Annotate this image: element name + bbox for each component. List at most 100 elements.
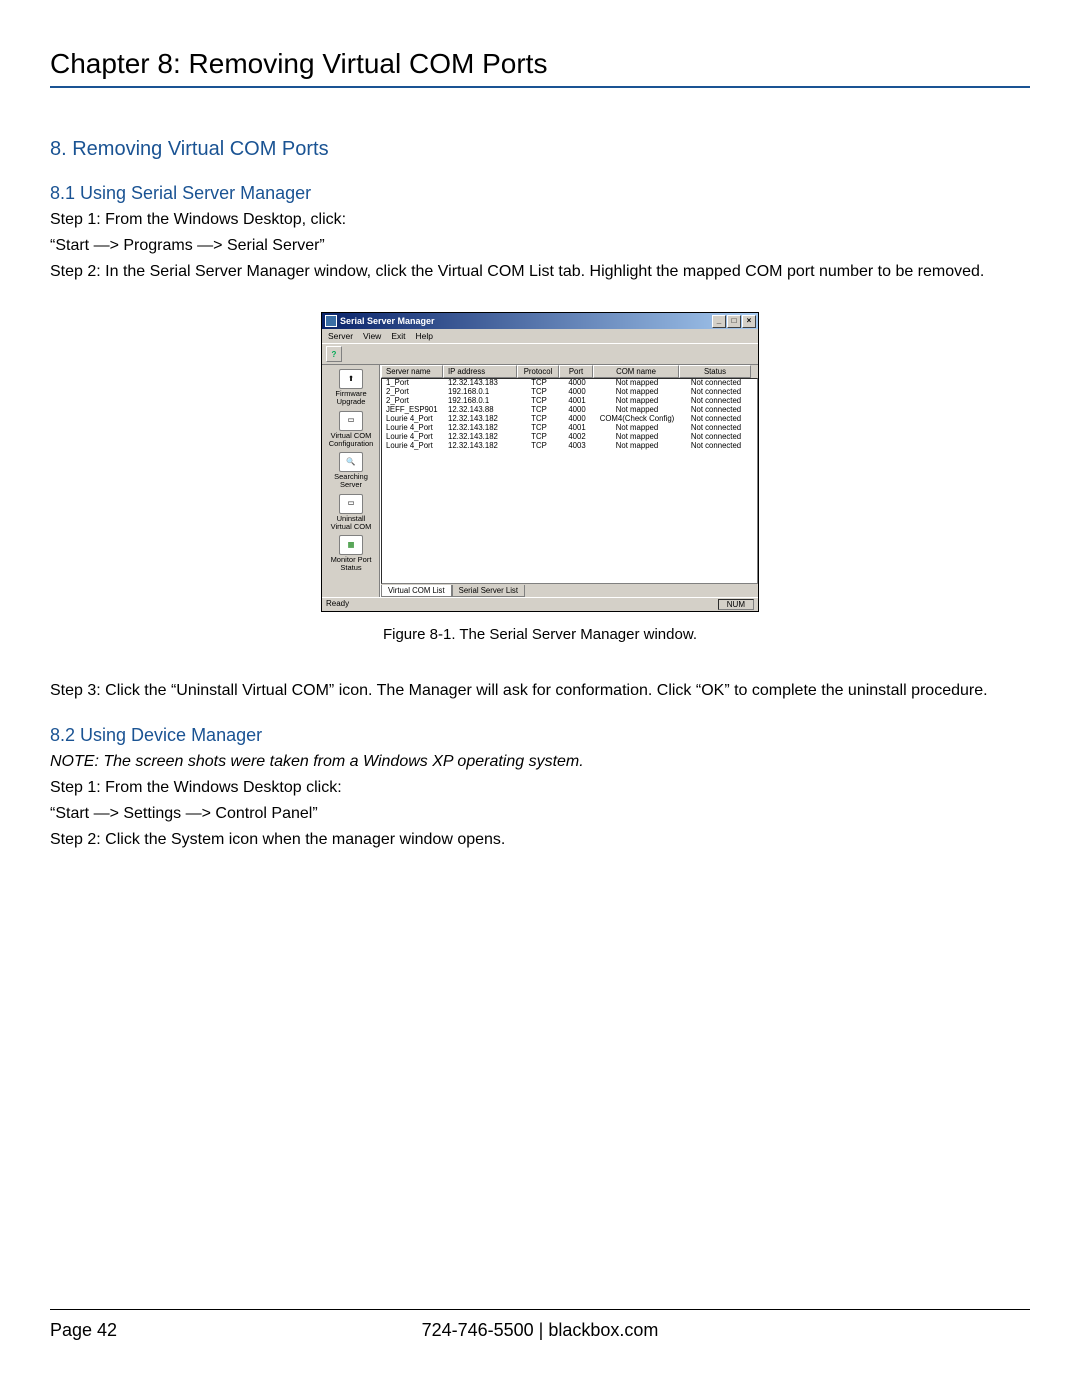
- sidebar-item-label: Virtual COM Configuration: [326, 432, 376, 449]
- col-protocol[interactable]: Protocol: [517, 365, 559, 378]
- table-cell: JEFF_ESP901: [382, 406, 444, 415]
- window-title: Serial Server Manager: [340, 316, 712, 326]
- table-cell: TCP: [518, 388, 560, 397]
- table-header-row: Server name IP address Protocol Port COM…: [381, 365, 758, 378]
- status-text: Ready: [326, 599, 349, 610]
- menu-help[interactable]: Help: [416, 331, 433, 341]
- path-text: “Start —> Programs —> Serial Server”: [50, 234, 1030, 258]
- table-cell: 4000: [560, 388, 594, 397]
- table-cell: Lourie 4_Port: [382, 442, 444, 451]
- table-row[interactable]: Lourie 4_Port12.32.143.182TCP4000COM4(Ch…: [382, 415, 757, 424]
- table-cell: Not connected: [680, 415, 752, 424]
- menu-view[interactable]: View: [363, 331, 381, 341]
- table-body[interactable]: 1_Port12.32.143.183TCP4000Not mappedNot …: [381, 378, 758, 584]
- table-cell: TCP: [518, 397, 560, 406]
- table-row[interactable]: 2_Port192.168.0.1TCP4001Not mappedNot co…: [382, 397, 757, 406]
- col-server-name[interactable]: Server name: [381, 365, 443, 378]
- table-cell: Not mapped: [594, 424, 680, 433]
- menu-server[interactable]: Server: [328, 331, 353, 341]
- col-status[interactable]: Status: [679, 365, 751, 378]
- sidebar-item-monitor-port-status[interactable]: ▦ Monitor Port Status: [326, 535, 376, 573]
- table-cell: Not mapped: [594, 388, 680, 397]
- uninstall-icon: ▭: [339, 494, 363, 514]
- table-cell: 12.32.143.88: [444, 406, 518, 415]
- table-cell: 4000: [560, 379, 594, 388]
- step-text: Step 2: In the Serial Server Manager win…: [50, 260, 1030, 284]
- footer-spacer: [1025, 1320, 1030, 1341]
- table-cell: Not mapped: [594, 442, 680, 451]
- table-cell: Not connected: [680, 388, 752, 397]
- table-cell: 4001: [560, 397, 594, 406]
- menubar: Server View Exit Help: [322, 329, 758, 344]
- sidebar-item-uninstall-virtual-com[interactable]: ▭ Uninstall Virtual COM: [326, 494, 376, 532]
- table-cell: Lourie 4_Port: [382, 424, 444, 433]
- footer-contact: 724-746-5500 | blackbox.com: [422, 1320, 659, 1341]
- minimize-button[interactable]: _: [712, 315, 726, 328]
- table-cell: TCP: [518, 442, 560, 451]
- table-cell: 4000: [560, 415, 594, 424]
- page-number: Page 42: [50, 1320, 117, 1341]
- toolbar: ?: [322, 344, 758, 365]
- window-titlebar[interactable]: Serial Server Manager _ □ ×: [322, 313, 758, 329]
- table-cell: Not connected: [680, 406, 752, 415]
- maximize-button[interactable]: □: [727, 315, 741, 328]
- table-cell: Not mapped: [594, 433, 680, 442]
- table-cell: Not connected: [680, 433, 752, 442]
- status-num: NUM: [718, 599, 754, 610]
- table-cell: 12.32.143.182: [444, 442, 518, 451]
- step-text: Step 1: From the Windows Desktop click:: [50, 776, 1030, 800]
- sidebar-item-searching-server[interactable]: 🔍 Searching Server: [326, 452, 376, 490]
- chapter-title: Chapter 8: Removing Virtual COM Ports: [50, 48, 1030, 80]
- document-page: Chapter 8: Removing Virtual COM Ports 8.…: [0, 0, 1080, 1397]
- chip-icon: ⬆: [339, 369, 363, 389]
- table-cell: 4003: [560, 442, 594, 451]
- table-row[interactable]: Lourie 4_Port12.32.143.182TCP4002Not map…: [382, 433, 757, 442]
- sidebar-item-label: Searching Server: [326, 473, 376, 490]
- step-text: Step 3: Click the “Uninstall Virtual COM…: [50, 679, 1030, 703]
- table-row[interactable]: Lourie 4_Port12.32.143.182TCP4003Not map…: [382, 442, 757, 451]
- table-row[interactable]: JEFF_ESP90112.32.143.88TCP4000Not mapped…: [382, 406, 757, 415]
- sidebar-item-label: Uninstall Virtual COM: [326, 515, 376, 532]
- table-cell: Lourie 4_Port: [382, 433, 444, 442]
- work-area: ⬆ Firmware Upgrade ▭ Virtual COM Configu…: [322, 365, 758, 597]
- table-cell: 12.32.143.182: [444, 433, 518, 442]
- table-row[interactable]: 2_Port192.168.0.1TCP4000Not mappedNot co…: [382, 388, 757, 397]
- table-cell: 192.168.0.1: [444, 388, 518, 397]
- status-bar: Ready NUM: [322, 597, 758, 611]
- table-row[interactable]: Lourie 4_Port12.32.143.182TCP4001Not map…: [382, 424, 757, 433]
- help-icon[interactable]: ?: [326, 346, 342, 362]
- sidebar-item-firmware-upgrade[interactable]: ⬆ Firmware Upgrade: [326, 369, 376, 407]
- tab-strip: Virtual COM List Serial Server List: [381, 584, 758, 597]
- sidebar-item-label: Monitor Port Status: [326, 556, 376, 573]
- tab-virtual-com-list[interactable]: Virtual COM List: [381, 585, 452, 597]
- table-cell: TCP: [518, 415, 560, 424]
- table-cell: 12.32.143.183: [444, 379, 518, 388]
- sidebar-item-virtual-com-config[interactable]: ▭ Virtual COM Configuration: [326, 411, 376, 449]
- col-port[interactable]: Port: [559, 365, 593, 378]
- table-cell: Not mapped: [594, 406, 680, 415]
- tab-serial-server-list[interactable]: Serial Server List: [452, 585, 525, 597]
- content-pane: Server name IP address Protocol Port COM…: [381, 365, 758, 597]
- subsection-heading: 8.2 Using Device Manager: [50, 725, 1030, 746]
- col-ip-address[interactable]: IP address: [443, 365, 517, 378]
- table-cell: Lourie 4_Port: [382, 415, 444, 424]
- figure-caption: Figure 8-1. The Serial Server Manager wi…: [50, 626, 1030, 643]
- table-cell: Not connected: [680, 397, 752, 406]
- table-cell: TCP: [518, 379, 560, 388]
- note-text: NOTE: The screen shots were taken from a…: [50, 750, 1030, 774]
- section-heading: 8. Removing Virtual COM Ports: [50, 138, 1030, 161]
- table-row[interactable]: 1_Port12.32.143.183TCP4000Not mappedNot …: [382, 379, 757, 388]
- menu-exit[interactable]: Exit: [391, 331, 405, 341]
- table-cell: 2_Port: [382, 397, 444, 406]
- chapter-rule: [50, 86, 1030, 88]
- table-cell: 1_Port: [382, 379, 444, 388]
- search-icon: 🔍: [339, 452, 363, 472]
- step-text: Step 2: Click the System icon when the m…: [50, 828, 1030, 852]
- sidebar-item-label: Firmware Upgrade: [326, 390, 376, 407]
- col-com-name[interactable]: COM name: [593, 365, 679, 378]
- sidebar: ⬆ Firmware Upgrade ▭ Virtual COM Configu…: [322, 365, 381, 597]
- close-button[interactable]: ×: [742, 315, 756, 328]
- table-cell: 2_Port: [382, 388, 444, 397]
- table-cell: 4001: [560, 424, 594, 433]
- monitor-icon: ▦: [339, 535, 363, 555]
